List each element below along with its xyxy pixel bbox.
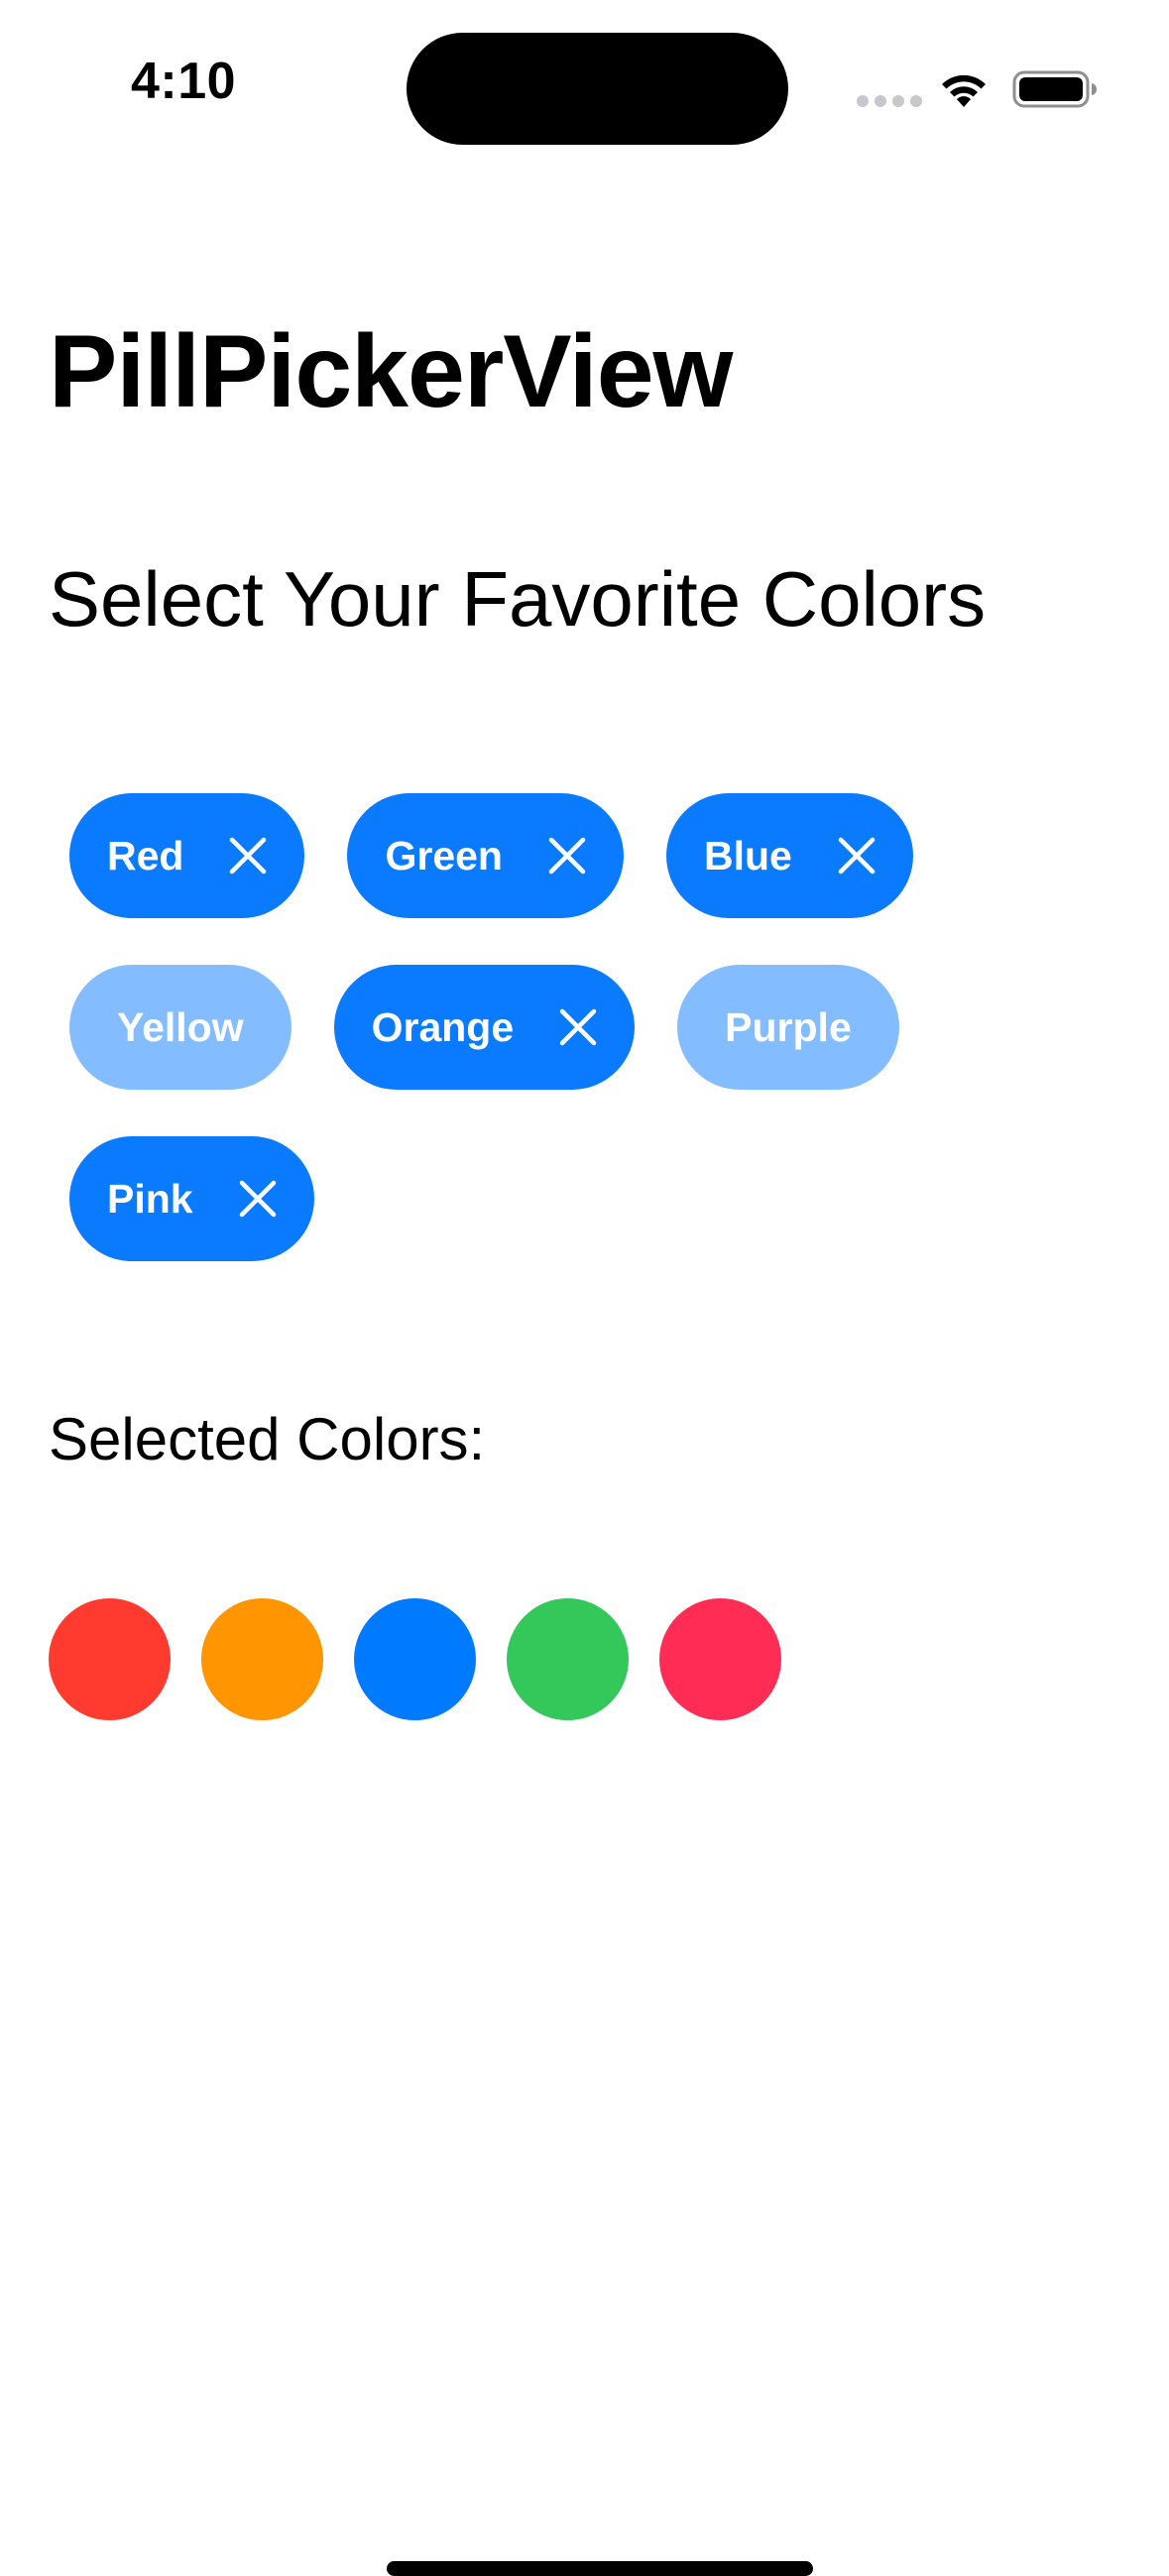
- pill-green[interactable]: Green: [347, 793, 624, 918]
- swatch-blue: [354, 1598, 476, 1720]
- selected-swatches: [49, 1598, 781, 1720]
- pill-label: Blue: [703, 832, 792, 878]
- swatch-pink: [659, 1598, 781, 1720]
- battery-icon: [1012, 70, 1097, 108]
- remove-x-icon[interactable]: [559, 1008, 597, 1046]
- pill-label: Purple: [725, 1003, 852, 1050]
- pill-picker: Red Green Blue Yellow Orange Purple Pink: [69, 793, 1111, 1308]
- dynamic-island: [407, 33, 788, 145]
- section-title: Select Your Favorite Colors: [49, 555, 987, 643]
- remove-x-icon[interactable]: [548, 837, 586, 875]
- swatch-orange: [201, 1598, 323, 1720]
- status-bar: 4:10: [0, 0, 1169, 149]
- pill-red[interactable]: Red: [69, 793, 305, 918]
- page-title: PillPickerView: [49, 314, 733, 429]
- remove-x-icon[interactable]: [239, 1180, 277, 1218]
- home-indicator: [387, 2561, 813, 2576]
- pill-label: Yellow: [117, 1003, 244, 1050]
- pill-row: Red Green Blue: [69, 793, 1111, 918]
- swatch-green: [507, 1598, 629, 1720]
- pill-label: Green: [385, 832, 503, 878]
- pill-row: Yellow Orange Purple: [69, 965, 1111, 1090]
- pill-orange[interactable]: Orange: [333, 965, 636, 1090]
- status-time: 4:10: [130, 53, 237, 110]
- pill-row: Pink: [69, 1136, 1111, 1261]
- pill-blue[interactable]: Blue: [665, 793, 913, 918]
- pill-label: Orange: [371, 1003, 515, 1050]
- wifi-icon: [942, 74, 986, 107]
- pill-label: Pink: [107, 1175, 193, 1222]
- pill-pink[interactable]: Pink: [69, 1136, 314, 1261]
- pill-label: Red: [107, 832, 184, 878]
- pill-yellow[interactable]: Yellow: [69, 965, 292, 1090]
- remove-x-icon[interactable]: [838, 837, 876, 875]
- swatch-red: [49, 1598, 171, 1720]
- cellular-signal-icon: [857, 95, 922, 107]
- pill-purple[interactable]: Purple: [677, 965, 899, 1090]
- selected-colors-title: Selected Colors:: [49, 1406, 486, 1472]
- remove-x-icon[interactable]: [229, 837, 267, 875]
